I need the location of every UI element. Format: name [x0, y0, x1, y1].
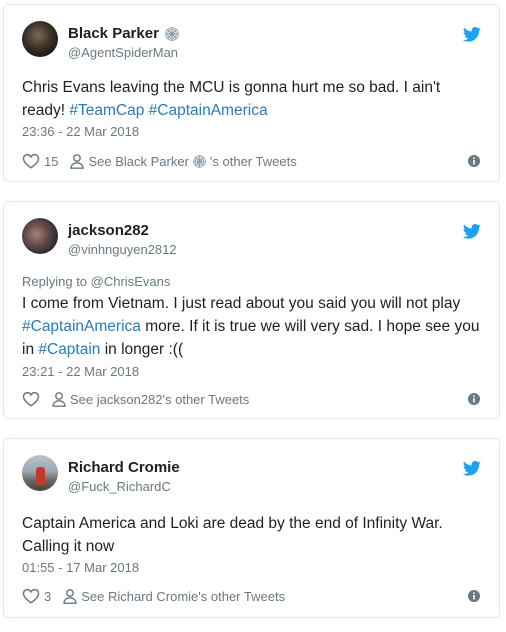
tweet-card: Richard Cromie @Fuck_RichardC Captain Am… [3, 438, 500, 618]
tweet-text: I come from Vietnam. I just read about y… [22, 295, 480, 358]
like-button[interactable]: 3 [22, 588, 51, 604]
tweet-text: Chris Evans leaving the MCU is gonna hur… [22, 79, 441, 119]
user-name-text: jackson282 [68, 222, 149, 239]
like-count: 3 [44, 588, 52, 604]
twitter-bird-icon[interactable] [463, 27, 481, 42]
user-name[interactable]: Black Parker [68, 25, 179, 42]
tweet-actions: See jackson282's other Tweets [22, 389, 481, 409]
user-handle[interactable]: @Fuck_RichardC [68, 479, 171, 494]
tweet-actions: 3 See Richard Cromie's other Tweets [22, 586, 481, 606]
twitter-bird-icon[interactable] [463, 224, 481, 239]
other-tweets-link[interactable]: See Black Parker 's other Tweets [70, 153, 297, 169]
user-icon [63, 588, 77, 604]
avatar[interactable] [22, 218, 58, 254]
heart-icon [22, 391, 40, 407]
tweet-card: Black Parker @AgentSpiderMan Chris Evans… [3, 4, 500, 182]
hashtag-link[interactable]: #CaptainAmerica [149, 102, 268, 119]
like-button[interactable]: 15 [22, 153, 58, 169]
info-icon[interactable] [467, 589, 481, 603]
user-handle[interactable]: @AgentSpiderMan [68, 45, 178, 60]
user-handle[interactable]: @vinhnguyen2812 [68, 242, 177, 257]
hashtag-link[interactable]: #TeamCap [69, 102, 144, 119]
other-tweets-link[interactable]: See Richard Cromie's other Tweets [63, 589, 285, 604]
user-name[interactable]: jackson282 [68, 222, 149, 239]
user-icon [52, 391, 66, 407]
user-icon [70, 153, 85, 169]
avatar[interactable] [22, 21, 58, 57]
tweet-card: jackson282 @vinhnguyen2812 Replying to @… [3, 201, 500, 419]
replying-to: Replying to @ChrisEvans [22, 274, 171, 289]
twitter-bird-icon[interactable] [463, 461, 481, 476]
mention-link[interactable]: @ChrisEvans [91, 274, 171, 289]
spider-web-icon [165, 26, 179, 41]
like-button[interactable] [22, 391, 40, 407]
user-name-text: Black Parker [68, 25, 159, 42]
user-name[interactable]: Richard Cromie [68, 459, 180, 476]
hashtag-link[interactable]: #CaptainAmerica [22, 318, 141, 335]
tweet-timestamp[interactable]: 23:21 - 22 Mar 2018 [22, 364, 139, 379]
tweet-actions: 15 See Black Parker 's other Tweets [22, 151, 481, 171]
spider-web-icon [193, 154, 206, 168]
info-icon[interactable] [467, 154, 481, 168]
avatar[interactable] [22, 455, 58, 491]
other-tweets-link[interactable]: See jackson282's other Tweets [52, 392, 249, 407]
info-icon[interactable] [467, 392, 481, 406]
user-name-text: Richard Cromie [68, 459, 180, 476]
hashtag-link[interactable]: #Captain [38, 341, 100, 358]
tweet-text: Captain America and Loki are dead by the… [22, 515, 443, 555]
like-count: 15 [44, 153, 59, 169]
heart-icon [22, 588, 40, 604]
tweet-timestamp[interactable]: 01:55 - 17 Mar 2018 [22, 560, 139, 575]
heart-icon [22, 153, 40, 169]
tweet-timestamp[interactable]: 23:36 - 22 Mar 2018 [22, 124, 139, 139]
